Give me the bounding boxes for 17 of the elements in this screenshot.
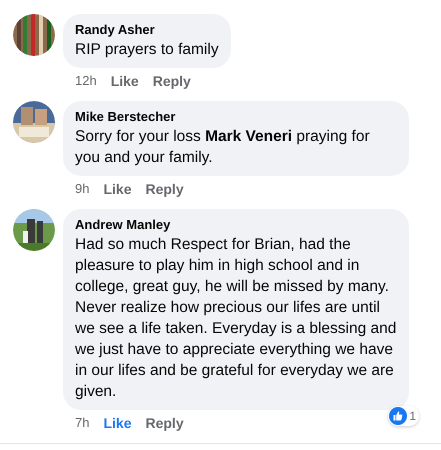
like-link[interactable]: Like (103, 180, 132, 198)
comment-text: Had so much Respect for Brian, had the pleasure to play him in high school and in college, great guy, he will be missed by many. Never realize how precious our lifes are until we see a life taken. Everyday is a blessing and we just have to appreciate everything we have in our lifes and be grateful for everyday we are given. (75, 235, 397, 402)
comment-time: 9h (75, 180, 90, 198)
comment-text: RIP prayers to family (75, 40, 219, 60)
reaction-count[interactable]: 1 (388, 406, 419, 426)
author-name[interactable]: Mike Berstecher (75, 108, 397, 125)
like-icon (389, 407, 408, 425)
author-name[interactable]: Randy Asher (75, 21, 219, 38)
author-name[interactable]: Andrew Manley (75, 216, 397, 233)
comment-text: Sorry for your loss Mark Veneri praying for you and your family. (75, 127, 371, 168)
reply-link[interactable]: Reply (145, 180, 184, 198)
reply-link[interactable]: Reply (145, 414, 184, 432)
reply-link[interactable]: Reply (152, 72, 191, 90)
like-link[interactable]: Like (103, 414, 132, 432)
comment-time: 7h (75, 414, 90, 432)
comment-time: 12h (75, 72, 97, 90)
like-link[interactable]: Like (110, 72, 139, 90)
